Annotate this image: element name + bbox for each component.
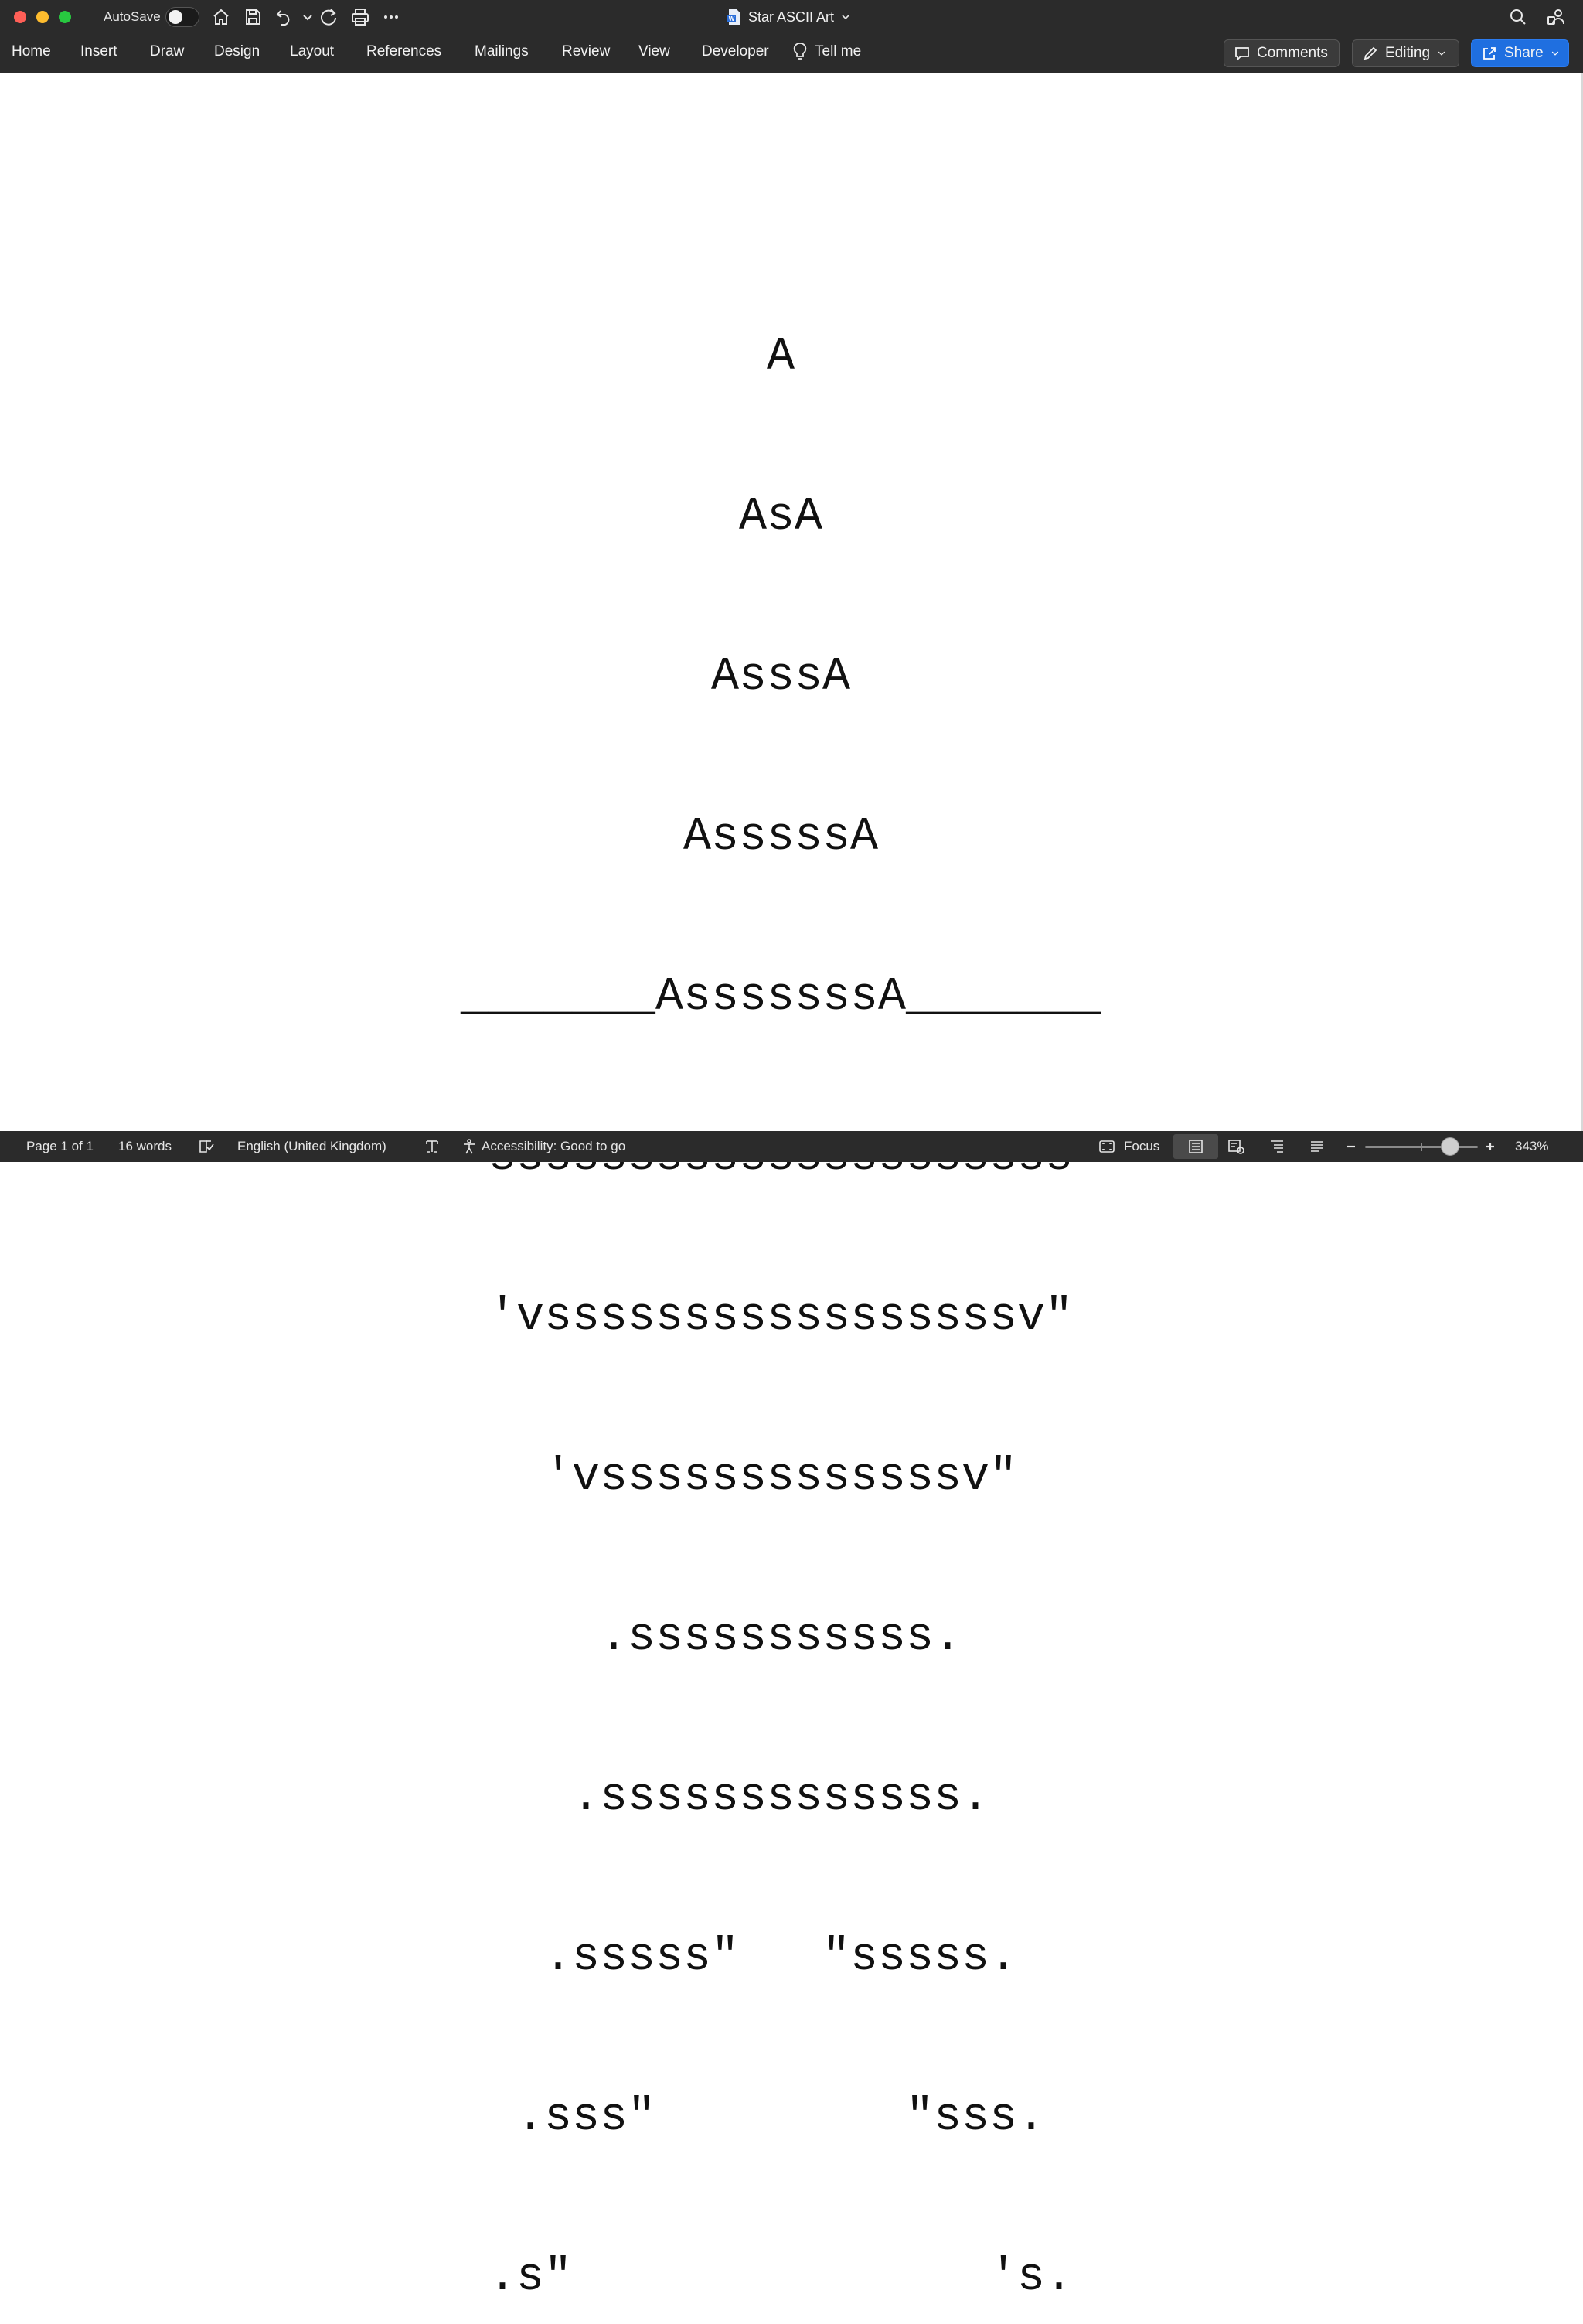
autosave-label: AutoSave (104, 9, 161, 25)
tab-references[interactable]: References (366, 43, 441, 60)
draft-view-icon[interactable] (1308, 1137, 1326, 1156)
share-button[interactable]: Share (1471, 39, 1569, 67)
share-label: Share (1504, 45, 1544, 62)
ascii-line[interactable]: .s" 's. (0, 2251, 1561, 2305)
autosave-toggle[interactable] (165, 7, 199, 27)
tell-me-search[interactable]: Tell me (792, 42, 861, 62)
maximize-window-button[interactable] (59, 11, 71, 23)
outline-view-icon[interactable] (1268, 1137, 1286, 1156)
document-title: Star ASCII Art (748, 9, 834, 26)
print-icon[interactable] (349, 6, 371, 28)
minimize-window-button[interactable] (36, 11, 49, 23)
more-options-icon[interactable] (380, 6, 402, 28)
word-count[interactable]: 16 words (118, 1139, 172, 1154)
share-icon (1481, 45, 1498, 62)
chevron-down-icon (1550, 48, 1561, 59)
close-window-button[interactable] (14, 11, 26, 23)
zoom-slider-thumb[interactable] (1441, 1137, 1459, 1156)
chevron-down-icon (840, 12, 851, 22)
account-icon[interactable] (1545, 6, 1567, 28)
tab-view[interactable]: View (638, 43, 670, 60)
search-icon[interactable] (1507, 6, 1529, 28)
zoom-slider-tick (1421, 1143, 1422, 1151)
autosave-toggle-knob (169, 10, 182, 24)
title-bar: AutoSave W Star ASCII Art (0, 0, 1583, 34)
comment-icon (1234, 45, 1251, 62)
editing-mode-button[interactable]: Editing (1352, 39, 1459, 67)
accessibility-icon[interactable] (460, 1137, 478, 1156)
text-predictions-icon[interactable] (423, 1137, 441, 1156)
ascii-line[interactable]: .sssssssssss. (0, 1611, 1561, 1665)
zoom-in-icon[interactable] (1481, 1137, 1500, 1156)
ribbon-tabs: Home Insert Draw Design Layout Reference… (0, 34, 1583, 73)
ascii-line[interactable]: _______AsssssssA_______ (0, 971, 1561, 1024)
language-indicator[interactable]: English (United Kingdom) (237, 1139, 386, 1154)
undo-icon[interactable] (274, 6, 295, 28)
ascii-line[interactable]: AsA (0, 491, 1561, 544)
proofing-icon[interactable] (197, 1137, 216, 1156)
document-title-button[interactable]: W Star ASCII Art (727, 7, 851, 27)
status-bar: Page 1 of 1 16 words English (United Kin… (0, 1131, 1583, 1162)
tab-design[interactable]: Design (214, 43, 260, 60)
ascii-line[interactable]: AsssA (0, 651, 1561, 704)
word-document-icon: W (727, 9, 742, 26)
home-icon[interactable] (210, 6, 232, 28)
redo-icon[interactable] (318, 6, 339, 28)
web-layout-view-icon[interactable] (1227, 1137, 1245, 1156)
editing-label: Editing (1385, 45, 1430, 62)
page-count[interactable]: Page 1 of 1 (26, 1139, 94, 1154)
svg-text:W: W (729, 15, 735, 22)
ascii-line[interactable]: A (0, 331, 1561, 384)
tab-layout[interactable]: Layout (290, 43, 334, 60)
chevron-down-icon (1436, 48, 1447, 59)
ascii-line[interactable]: AsssssA (0, 811, 1561, 864)
tab-review[interactable]: Review (562, 43, 610, 60)
focus-mode-icon[interactable] (1098, 1137, 1116, 1156)
focus-label[interactable]: Focus (1124, 1139, 1159, 1154)
tab-mailings[interactable]: Mailings (475, 43, 529, 60)
ascii-line[interactable]: .sssssssssssss. (0, 1771, 1561, 1825)
zoom-out-icon[interactable] (1342, 1137, 1360, 1156)
comments-label: Comments (1257, 45, 1328, 62)
comments-button[interactable]: Comments (1224, 39, 1340, 67)
print-layout-view-icon[interactable] (1186, 1137, 1205, 1156)
save-icon[interactable] (242, 6, 264, 28)
undo-dropdown-chevron-icon[interactable] (297, 6, 311, 28)
ascii-line[interactable]: 'vsssssssssssssv" (0, 1451, 1561, 1504)
ascii-line[interactable]: 'vsssssssssssssssssv" (0, 1291, 1561, 1344)
ascii-line[interactable]: .sssss" "sssss. (0, 1931, 1561, 1985)
ascii-art-star[interactable]: A AsA AsssA AsssssA _______AsssssssA____… (0, 224, 1561, 2324)
tab-developer[interactable]: Developer (702, 43, 769, 60)
pencil-icon (1362, 45, 1379, 62)
zoom-level[interactable]: 343% (1515, 1139, 1548, 1154)
tab-insert[interactable]: Insert (80, 43, 117, 60)
tab-draw[interactable]: Draw (150, 43, 184, 60)
ascii-line[interactable]: .sss" "sss. (0, 2091, 1561, 2145)
tell-me-label: Tell me (815, 43, 861, 60)
lightbulb-icon (792, 42, 809, 62)
tab-home[interactable]: Home (12, 43, 51, 60)
accessibility-status[interactable]: Accessibility: Good to go (482, 1139, 625, 1154)
